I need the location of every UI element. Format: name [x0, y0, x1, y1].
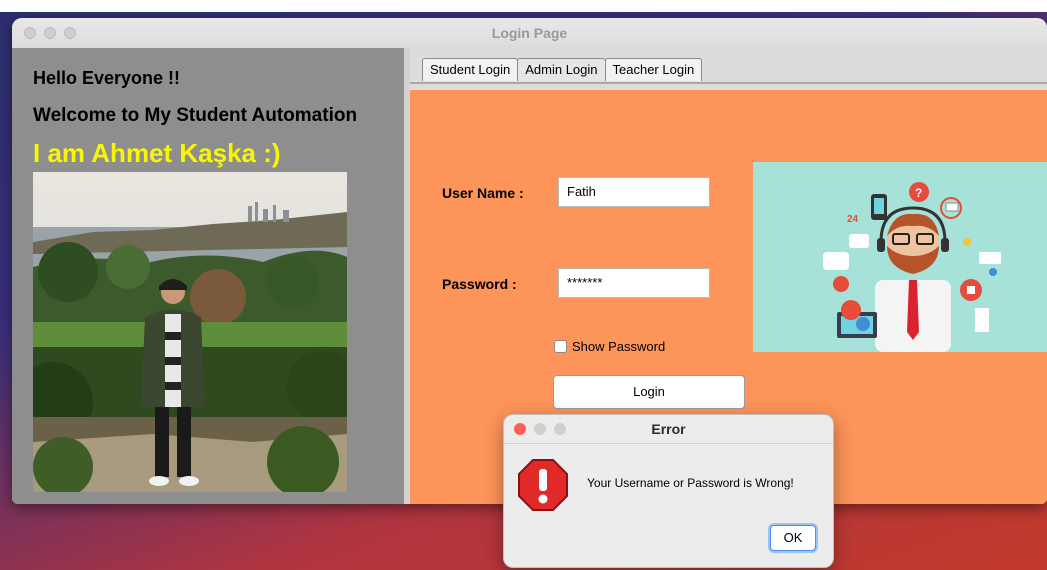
ok-button[interactable]: OK — [770, 525, 816, 551]
desktop-menubar-strip — [0, 0, 1047, 12]
hello-text: Hello Everyone !! — [33, 68, 181, 88]
welcome-text: Welcome to My Student Automation — [33, 105, 358, 126]
error-message: Your Username or Password is Wrong! — [587, 476, 794, 490]
password-input[interactable]: ******* — [558, 268, 710, 298]
tab-underline — [410, 82, 1047, 84]
author-name-text: I am Ahmet Kaşka :) — [33, 138, 281, 168]
dialog-titlebar: Error — [504, 415, 833, 444]
password-label: Password : — [442, 276, 517, 292]
dialog-title: Error — [651, 421, 686, 437]
twenty-four-hours-label: 24 — [847, 214, 859, 225]
username-label: User Name : — [442, 185, 524, 201]
username-input[interactable]: Fatih — [558, 177, 710, 207]
svg-text:?: ? — [915, 186, 922, 200]
error-dialog: Error Your Username or Password is Wrong… — [503, 414, 834, 568]
welcome-panel: Hello Everyone !! Welcome to My Student … — [12, 48, 404, 504]
tab-student-login[interactable]: Student Login — [422, 58, 519, 81]
window-title: Login Page — [491, 25, 568, 41]
profile-photo — [33, 172, 347, 492]
show-password-label: Show Password — [572, 339, 666, 354]
login-tabs: Student Login Admin Login Teacher Login — [422, 58, 703, 82]
window-titlebar: Login Page — [12, 18, 1047, 49]
tab-teacher-login[interactable]: Teacher Login — [604, 58, 703, 81]
login-button[interactable]: Login — [553, 375, 745, 409]
support-agent-illustration: ? 24 — [753, 162, 1047, 352]
error-icon — [518, 459, 568, 511]
show-password-checkbox[interactable] — [554, 340, 567, 353]
tab-admin-login[interactable]: Admin Login — [517, 58, 606, 81]
